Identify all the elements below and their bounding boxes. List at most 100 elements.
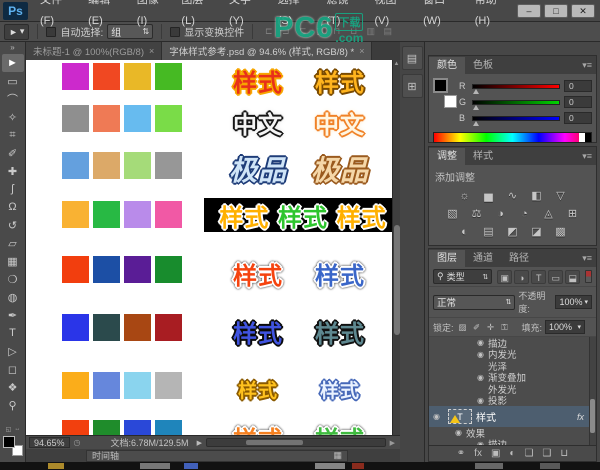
gradient-map-icon[interactable]: ▩ [551,224,571,240]
lock-all-icon[interactable]: ⚿ [499,321,511,333]
zoom-level[interactable]: 94.65% [29,437,70,448]
layer-effect-row[interactable]: ◉投影 [429,395,596,407]
panel-menu-icon[interactable]: ▾≡ [578,148,596,165]
horizontal-scroll-thumb[interactable] [246,440,303,445]
layer-effect-row[interactable]: ◉效果 [429,427,596,439]
eye-icon[interactable]: ◉ [473,396,488,405]
foreground-color-swatch[interactable] [3,436,15,448]
selective-color-icon[interactable]: ◪ [527,224,547,240]
menu-item[interactable]: 文字(Y) [222,0,271,32]
vibrance-icon[interactable]: ▽ [551,188,571,204]
quick-selection-tool[interactable]: ✧ [2,108,24,126]
color-spectrum-ramp[interactable] [433,132,592,143]
opacity-input[interactable]: 100% ▾ [555,295,592,309]
type-tool[interactable]: T [2,324,24,342]
lock-position-icon[interactable]: ✛ [485,321,497,333]
black-cell[interactable] [585,133,591,142]
channel-mixer-icon[interactable]: ◬ [539,206,559,222]
menu-item[interactable]: 滤镜(T) [319,0,367,32]
document-tab[interactable]: 字体样式参考.psd @ 94.6% (样式, RGB/8) *× [162,42,372,60]
eye-icon[interactable]: ◉ [473,338,488,347]
eye-icon[interactable]: ◉ [451,428,466,437]
eraser-tool[interactable]: ▱ [2,234,24,252]
menu-item[interactable]: 窗口(W) [416,0,468,32]
tab-swatches[interactable]: 色板 [465,57,501,74]
filter-pixel-icon[interactable]: ▣ [497,270,512,284]
channel-slider[interactable] [472,100,560,105]
channel-value[interactable]: 0 [564,112,592,124]
status-options-icon[interactable]: ▶ [197,439,202,447]
pen-tool[interactable]: ✒ [2,306,24,324]
panel-menu-icon[interactable]: ▾≡ [578,57,596,74]
tab-layers[interactable]: 图层 [429,250,465,267]
brush-tool[interactable]: ʃ [2,180,24,198]
eyedropper-tool[interactable]: ✐ [2,144,24,162]
tab-close-icon[interactable]: × [359,46,364,56]
tab-adjustments[interactable]: 调整 [429,148,465,165]
invert-icon[interactable]: ◐ [455,224,475,240]
levels-icon[interactable]: ▅ [479,188,499,204]
new-group-icon[interactable]: ❏ [524,446,533,461]
slider-thumb-icon[interactable] [473,121,479,126]
channel-value[interactable]: 0 [564,80,592,92]
panel-menu-icon[interactable]: ▾≡ [578,250,596,267]
foreground-background-swatches[interactable] [433,78,459,108]
blend-mode-dropdown[interactable]: 正常 ⇅ [433,295,515,310]
history-panel-icon[interactable]: ▤ [402,46,423,70]
curves-icon[interactable]: ∿ [503,188,523,204]
posterize-icon[interactable]: ▤ [479,224,499,240]
color-balance-icon[interactable]: ⚖ [467,206,487,222]
exposure-icon[interactable]: ◧ [527,188,547,204]
document-tab[interactable]: 未标题-1 @ 100%(RGB/8)× [26,42,162,60]
eye-icon[interactable]: ◉ [429,412,444,421]
move-tool-preset[interactable]: ► ▾ [4,24,29,40]
path-select-tool[interactable]: ▷ [2,342,24,360]
filter-shape-icon[interactable]: ▭ [548,270,563,284]
new-layer-icon[interactable]: ❑ [542,446,551,461]
document-canvas[interactable]: 样式样式中文中文极品极品极品样式样式样式样式样式样式样式样式样式样式样式样式样式 [26,60,392,435]
blur-tool[interactable]: ❍ [2,270,24,288]
layer-effect-row[interactable]: ◉描边 [429,439,596,446]
tab-close-icon[interactable]: × [149,46,154,56]
brightness-contrast-icon[interactable]: ☼ [455,188,475,204]
channel-slider[interactable] [472,116,560,121]
default-colors-icon[interactable]: ◱↔ [2,426,24,434]
tab-styles[interactable]: 样式 [465,148,501,165]
filter-smart-icon[interactable]: ⬓ [565,270,580,284]
menu-item[interactable]: 视图(V) [367,0,416,32]
eye-icon[interactable]: ◉ [473,350,488,359]
hand-tool[interactable]: ❖ [2,378,24,396]
channel-slider[interactable] [472,84,560,89]
fill-input[interactable]: 100% ▾ [545,320,585,334]
menu-item[interactable]: 选择(S) [271,0,320,32]
crop-tool[interactable]: ⌗ [2,126,24,144]
collapse-panel-icon[interactable]: » [0,42,25,54]
lock-pixels-icon[interactable]: ✐ [471,321,483,333]
layer-effect-row[interactable]: 外发光 [429,383,596,395]
background-color-swatch[interactable] [444,95,457,108]
scroll-right-icon[interactable]: ▶ [390,439,395,447]
color-lookup-icon[interactable]: ⊞ [563,206,583,222]
horizontal-scrollbar[interactable] [206,438,386,447]
layers-scroll-thumb[interactable] [590,399,595,433]
channel-value[interactable]: 0 [564,96,592,108]
selected-layer-row[interactable]: ◉T样式fx [429,406,596,427]
healing-brush-tool[interactable]: ✚ [2,162,24,180]
move-tool[interactable]: ► [2,54,24,72]
menu-item[interactable]: 编辑(E) [81,0,130,32]
close-button[interactable]: ✕ [571,4,595,18]
channel-track[interactable] [472,100,560,105]
filter-toggle-switch[interactable] [585,270,592,283]
lock-transparent-icon[interactable]: ▨ [457,321,469,333]
adjustment-layer-icon[interactable]: ◐ [509,446,515,461]
clone-stamp-tool[interactable]: Ω [2,198,24,216]
dodge-tool[interactable]: ◍ [2,288,24,306]
layer-mask-icon[interactable]: ▣ [491,446,500,461]
history-brush-tool[interactable]: ↺ [2,216,24,234]
slider-thumb-icon[interactable] [473,89,479,94]
lasso-tool[interactable]: ⌒ [2,90,24,108]
menu-item[interactable]: 图像(I) [130,0,175,32]
filter-type-icon[interactable]: T [531,270,546,284]
gradient-tool[interactable]: ▦ [2,252,24,270]
filter-kind-dropdown[interactable]: ⚲ 类型 ⇅ [433,269,492,284]
